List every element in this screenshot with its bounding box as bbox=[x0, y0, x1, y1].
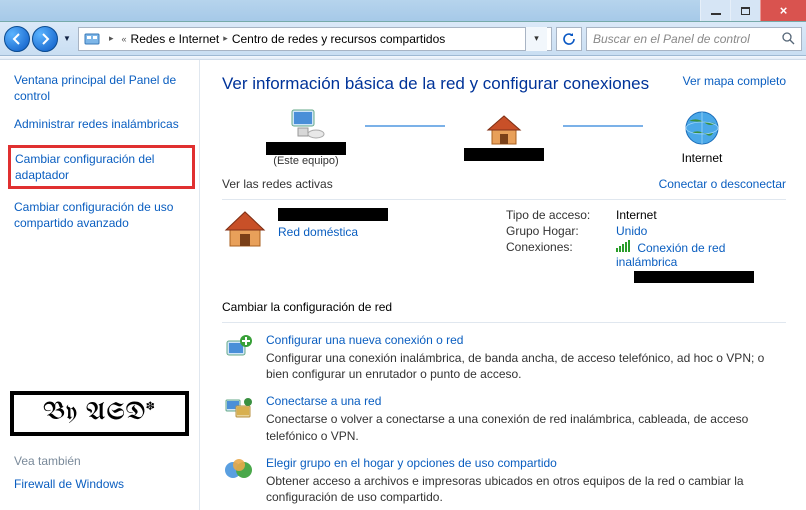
task-description: Conectarse o volver a conectarse a una c… bbox=[266, 411, 786, 443]
redacted-ssid bbox=[634, 271, 754, 283]
main-content: Ver información básica de la red y confi… bbox=[200, 60, 806, 510]
network-link-line bbox=[365, 125, 445, 127]
address-bar: ▼ ▸ « Redes e Internet ▸ Centro de redes… bbox=[0, 22, 806, 56]
sidebar-item-adapter-settings[interactable]: Cambiar configuración del adaptador bbox=[15, 151, 188, 183]
wifi-signal-icon bbox=[616, 240, 630, 252]
access-type-value: Internet bbox=[616, 208, 786, 222]
breadcrumb-level-1[interactable]: Redes e Internet bbox=[131, 32, 220, 46]
nav-back-button[interactable] bbox=[4, 26, 30, 52]
task-homegroup-sharing: Elegir grupo en el hogar y opciones de u… bbox=[222, 456, 786, 505]
task-description: Configurar una conexión inalámbrica, de … bbox=[266, 350, 786, 382]
network-node-this-pc[interactable]: (Este equipo) bbox=[251, 106, 361, 167]
active-networks-heading: Ver las redes activas bbox=[222, 177, 333, 191]
chevron-right-icon: ▸ bbox=[109, 33, 114, 44]
nav-forward-button[interactable] bbox=[32, 26, 58, 52]
chevron-right-icon: ▸ bbox=[223, 33, 228, 44]
divider bbox=[222, 322, 786, 323]
homegroup-label: Grupo Hogar: bbox=[506, 224, 616, 238]
sidebar: Ventana principal del Panel de control A… bbox=[0, 60, 200, 510]
access-type-label: Tipo de acceso: bbox=[506, 208, 616, 222]
refresh-button[interactable] bbox=[556, 27, 582, 51]
redacted-router-name bbox=[464, 148, 544, 161]
breadcrumb[interactable]: ▸ « Redes e Internet ▸ Centro de redes y… bbox=[78, 27, 552, 51]
internet-label: Internet bbox=[682, 151, 723, 165]
home-network-link[interactable]: Red doméstica bbox=[278, 225, 358, 239]
sidebar-item-manage-wireless[interactable]: Administrar redes inalámbricas bbox=[14, 116, 189, 132]
search-icon bbox=[782, 32, 795, 45]
task-connect-network: Conectarse a una red Conectarse o volver… bbox=[222, 394, 786, 443]
view-full-map-link[interactable]: Ver mapa completo bbox=[683, 74, 786, 88]
window-minimize-button[interactable] bbox=[700, 0, 730, 21]
computer-icon bbox=[286, 106, 326, 142]
sidebar-footer-firewall[interactable]: Firewall de Windows bbox=[14, 476, 189, 492]
network-node-router[interactable] bbox=[449, 112, 559, 161]
network-details: Tipo de acceso: Internet Grupo Hogar: Un… bbox=[506, 208, 786, 288]
see-also-heading: Vea también bbox=[14, 454, 189, 468]
divider bbox=[222, 199, 786, 200]
connect-disconnect-link[interactable]: Conectar o desconectar bbox=[659, 177, 786, 191]
task-title-link[interactable]: Conectarse a una red bbox=[266, 394, 786, 408]
connections-label: Conexiones: bbox=[506, 240, 616, 286]
homegroup-icon bbox=[222, 456, 256, 505]
breadcrumb-level-2[interactable]: Centro de redes y recursos compartidos bbox=[232, 32, 445, 46]
house-icon bbox=[222, 208, 268, 250]
search-placeholder: Buscar en el Panel de control bbox=[593, 32, 750, 46]
control-panel-icon bbox=[83, 30, 101, 48]
task-title-link[interactable]: Elegir grupo en el hogar y opciones de u… bbox=[266, 456, 786, 470]
task-description: Obtener acceso a archivos e impresoras u… bbox=[266, 473, 786, 505]
network-map: (Este equipo) Internet bbox=[222, 106, 786, 167]
homegroup-link[interactable]: Unido bbox=[616, 224, 786, 238]
wireless-connection-link[interactable]: Conexión de red inalámbrica bbox=[616, 241, 725, 269]
house-icon bbox=[484, 112, 524, 148]
search-input[interactable]: Buscar en el Panel de control bbox=[586, 27, 802, 51]
window-titlebar: × bbox=[0, 0, 806, 22]
task-setup-connection: Configurar una nueva conexión o red Conf… bbox=[222, 333, 786, 382]
network-node-internet[interactable]: Internet bbox=[647, 109, 757, 165]
this-pc-sublabel: (Este equipo) bbox=[273, 155, 338, 167]
network-link-line bbox=[563, 125, 643, 127]
nav-history-dropdown[interactable]: ▼ bbox=[60, 26, 74, 52]
change-settings-heading: Cambiar la configuración de red bbox=[222, 300, 786, 314]
task-title-link[interactable]: Configurar una nueva conexión o red bbox=[266, 333, 786, 347]
watermark-badge: By ASD* bbox=[10, 391, 189, 436]
redacted-pc-name bbox=[266, 142, 346, 155]
breadcrumb-separator-icon: « bbox=[122, 34, 127, 44]
window-maximize-button[interactable] bbox=[730, 0, 760, 21]
window-close-button[interactable]: × bbox=[760, 0, 806, 21]
connect-network-icon bbox=[222, 394, 256, 443]
setup-connection-icon bbox=[222, 333, 256, 382]
breadcrumb-dropdown[interactable]: ▾ bbox=[525, 27, 547, 51]
redacted-network-name bbox=[278, 208, 388, 221]
sidebar-item-control-panel-home[interactable]: Ventana principal del Panel de control bbox=[14, 72, 189, 104]
globe-icon bbox=[683, 109, 721, 147]
sidebar-item-advanced-sharing[interactable]: Cambiar configuración de uso compartido … bbox=[14, 199, 189, 231]
sidebar-highlight-box: Cambiar configuración del adaptador bbox=[8, 145, 195, 189]
